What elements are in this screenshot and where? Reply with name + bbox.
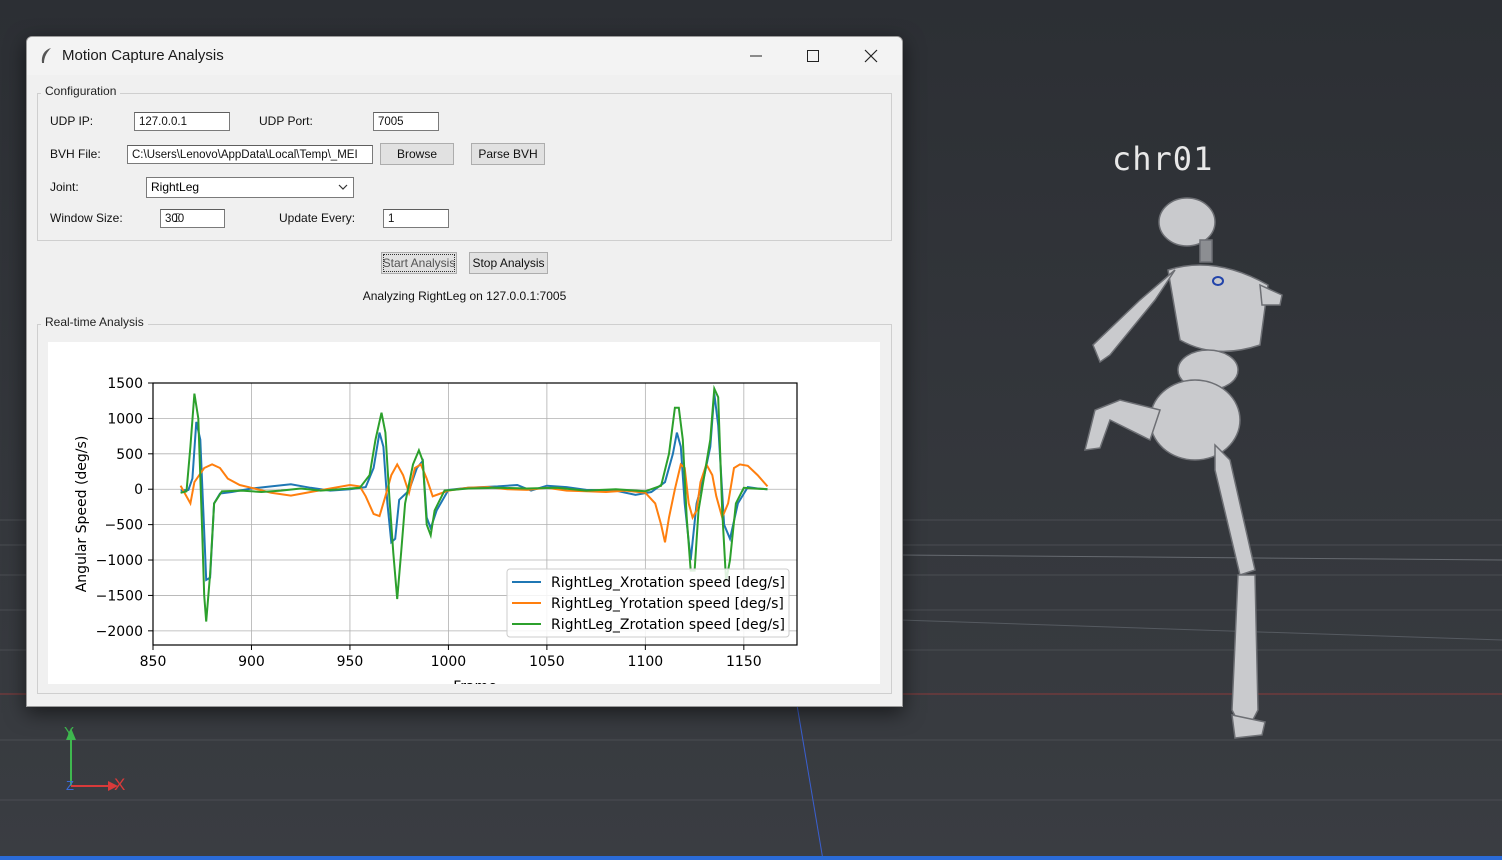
udp-ip-input[interactable]: 127.0.0.1 — [134, 112, 230, 131]
udp-port-label: UDP Port: — [259, 114, 313, 128]
minimize-button[interactable] — [727, 37, 785, 75]
joint-select[interactable]: RightLeg — [146, 177, 354, 198]
update-every-input[interactable]: 1 — [383, 209, 449, 228]
feather-icon — [39, 47, 53, 70]
close-button[interactable] — [842, 37, 900, 75]
x-axis-label: Frame — [453, 679, 497, 684]
joint-label: Joint: — [50, 180, 79, 194]
parse-bvh-button[interactable]: Parse BVH — [471, 143, 545, 165]
x-tick-label: 1050 — [529, 654, 565, 670]
text-cursor-icon: 𝙸 — [172, 210, 182, 225]
z-axis-line — [796, 704, 824, 860]
series-line-2 — [179, 461, 769, 543]
window-title: Motion Capture Analysis — [62, 47, 224, 64]
status-text: Analyzing RightLeg on 127.0.0.1:7005 — [362, 289, 567, 303]
x-tick-label: 1000 — [431, 654, 467, 670]
x-tick-label: 1150 — [726, 654, 762, 670]
axis-z-label: Z — [66, 778, 74, 793]
y-tick-label: −500 — [105, 518, 143, 534]
start-analysis-button[interactable]: Start Analysis — [381, 252, 457, 274]
character-name-label: chr01 — [1112, 140, 1214, 178]
udp-port-input[interactable]: 7005 — [373, 112, 439, 131]
window-size-label: Window Size: — [50, 211, 123, 225]
y-tick-label: −1000 — [96, 553, 143, 569]
angular-speed-chart: 850 900 950 1000 1050 1100 1150 1500 1000 500 0 −50… — [74, 376, 798, 684]
y-tick-label: −1500 — [96, 588, 143, 604]
maximize-icon — [807, 50, 819, 62]
x-tick-label: 950 — [337, 654, 364, 670]
udp-ip-label: UDP IP: — [50, 114, 94, 128]
title-bar[interactable]: Motion Capture Analysis — [27, 37, 902, 75]
x-tick-label: 1100 — [628, 654, 664, 670]
bvh-file-input[interactable]: C:\Users\Lenovo\AppData\Local\Temp\_MEI — [127, 145, 373, 164]
y-tick-label: −2000 — [96, 624, 143, 640]
maximize-button[interactable] — [784, 37, 842, 75]
joint-select-value: RightLeg — [151, 180, 200, 194]
y-tick-label: 0 — [134, 482, 143, 498]
character-mannequin — [1084, 197, 1283, 739]
configuration-group-label: Configuration — [41, 84, 121, 98]
legend-entry: RightLeg_Xrotation speed [deg/s] — [551, 575, 785, 591]
axis-x-label: X — [114, 775, 126, 794]
browse-button[interactable]: Browse — [380, 143, 454, 165]
y-tick-label: 1000 — [107, 411, 143, 427]
legend-entry: RightLeg_Yrotation speed [deg/s] — [551, 596, 784, 612]
stop-analysis-button[interactable]: Stop Analysis — [469, 252, 548, 274]
minimize-icon — [750, 55, 762, 57]
y-tick-label: 1500 — [107, 376, 143, 392]
realtime-analysis-group-label: Real-time Analysis — [41, 315, 148, 329]
y-tick-label: 500 — [116, 447, 143, 463]
legend-entry: RightLeg_Zrotation speed [deg/s] — [551, 617, 785, 633]
window-size-input[interactable]: 300 — [160, 209, 225, 228]
x-tick-label: 900 — [238, 654, 265, 670]
bvh-file-label: BVH File: — [50, 147, 101, 161]
x-tick-label: 850 — [140, 654, 167, 670]
app-window: Motion Capture Analysis Configuration UD… — [26, 36, 903, 707]
update-every-label: Update Every: — [279, 211, 356, 225]
chevron-down-icon — [338, 184, 348, 190]
axis-y-label: Y — [64, 724, 75, 741]
analysis-chart-canvas[interactable]: 850 900 950 1000 1050 1100 1150 1500 1000 500 0 −50… — [48, 342, 880, 684]
y-axis-label: Angular Speed (deg/s) — [74, 436, 90, 593]
close-icon — [864, 49, 878, 63]
